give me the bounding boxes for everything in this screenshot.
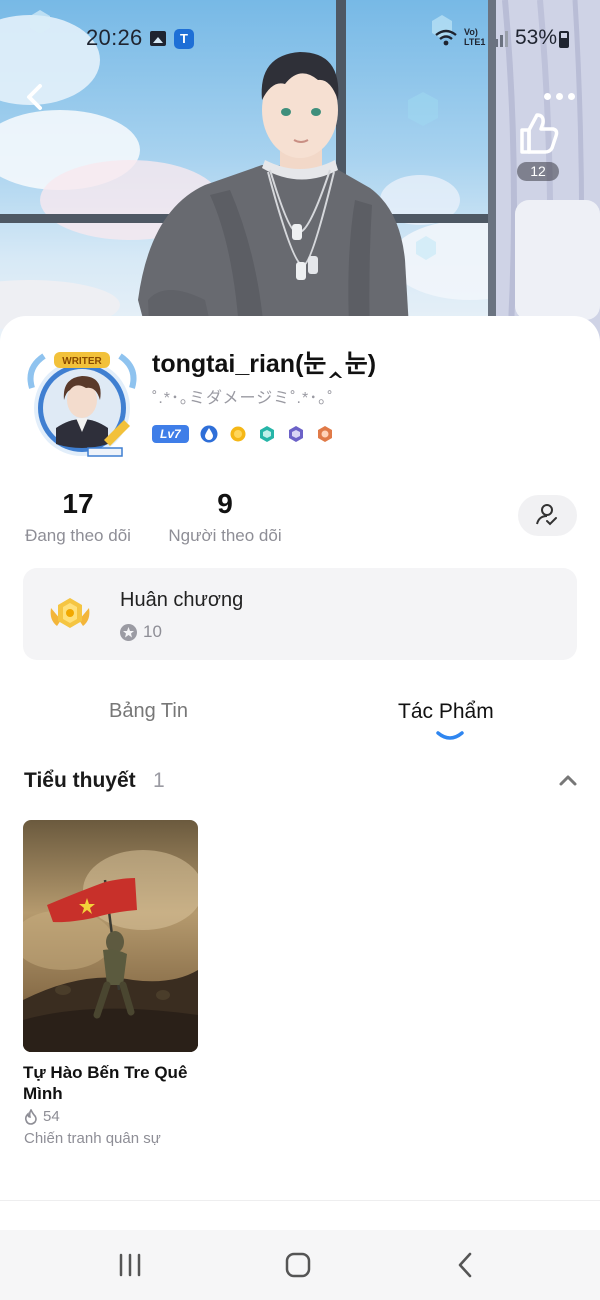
following-count: 17: [62, 488, 94, 519]
battery-percent: 53%: [515, 26, 558, 49]
flame-icon: [24, 1108, 37, 1125]
badge-row: Lv7: [152, 424, 334, 444]
avatar[interactable]: WRITER: [26, 348, 138, 460]
medal-icon: [50, 598, 90, 628]
novel-views: 54: [43, 1108, 60, 1125]
signal-icon: [490, 31, 508, 47]
more-options-icon[interactable]: [542, 90, 578, 104]
tab-works[interactable]: Tác Phẩm: [398, 700, 494, 724]
wifi-icon: [435, 29, 457, 46]
like-thumb-icon[interactable]: [514, 110, 562, 158]
user-check-icon: [536, 504, 557, 526]
status-bar: 20:26 T Vo) LTE1 53%: [0, 22, 600, 58]
tab-feed[interactable]: Bảng Tin: [109, 700, 188, 723]
bronze-shield-badge-icon[interactable]: [316, 425, 334, 443]
novel-views-row: 54: [24, 1108, 60, 1125]
medals-card[interactable]: Huân chương 10: [23, 568, 577, 660]
medals-title: Huân chương: [120, 589, 244, 611]
nav-back-icon[interactable]: [448, 1248, 484, 1282]
status-time: 20:26: [86, 25, 143, 50]
home-icon[interactable]: [280, 1248, 316, 1282]
battery-icon: [559, 31, 569, 48]
app-notification-icon: T: [174, 29, 194, 49]
medals-count-row: 10: [120, 622, 162, 642]
followers-stat[interactable]: 9 Người theo dõi: [164, 488, 286, 546]
followers-count: 9: [217, 488, 233, 519]
profile-screen: 20:26 T Vo) LTE1 53% 12 WRITER tongtai_r…: [0, 0, 600, 1300]
system-navigation-bar: [0, 1230, 600, 1300]
purple-cube-badge-icon[interactable]: [287, 425, 305, 443]
active-tab-indicator: [436, 731, 464, 740]
novel-title[interactable]: Tự Hào Bến Tre Quê Mình: [23, 1062, 213, 1104]
follow-button[interactable]: [518, 495, 577, 536]
back-arrow-icon[interactable]: [20, 80, 50, 114]
network-type: Vo) LTE1: [464, 27, 486, 47]
profile-bio: ˚.*･｡ミダメージミ˚.*･｡˚: [152, 390, 334, 407]
gold-coin-badge-icon[interactable]: [229, 425, 247, 443]
water-drop-badge-icon[interactable]: [200, 425, 218, 443]
followers-label: Người theo dõi: [168, 526, 282, 545]
gallery-notification-icon: [150, 31, 166, 46]
teal-shield-badge-icon[interactable]: [258, 425, 276, 443]
medals-count: 10: [143, 622, 162, 641]
section-count: 1: [153, 769, 165, 792]
following-stat[interactable]: 17 Đang theo dõi: [22, 488, 134, 546]
section-title: Tiểu thuyết: [24, 769, 136, 792]
novel-cover[interactable]: [23, 820, 198, 1052]
profile-username: tongtai_rian(눈‸눈): [152, 350, 377, 378]
bottom-divider: [0, 1200, 600, 1201]
novel-genre: Chiến tranh quân sự: [24, 1130, 161, 1147]
like-count: 12: [517, 162, 559, 181]
level-badge[interactable]: Lv7: [152, 425, 189, 443]
recent-apps-icon[interactable]: [112, 1248, 148, 1282]
avatar-badge-text: WRITER: [62, 356, 102, 367]
star-badge-icon: [120, 623, 137, 641]
chevron-up-icon[interactable]: [558, 773, 578, 787]
following-label: Đang theo dõi: [25, 526, 131, 545]
